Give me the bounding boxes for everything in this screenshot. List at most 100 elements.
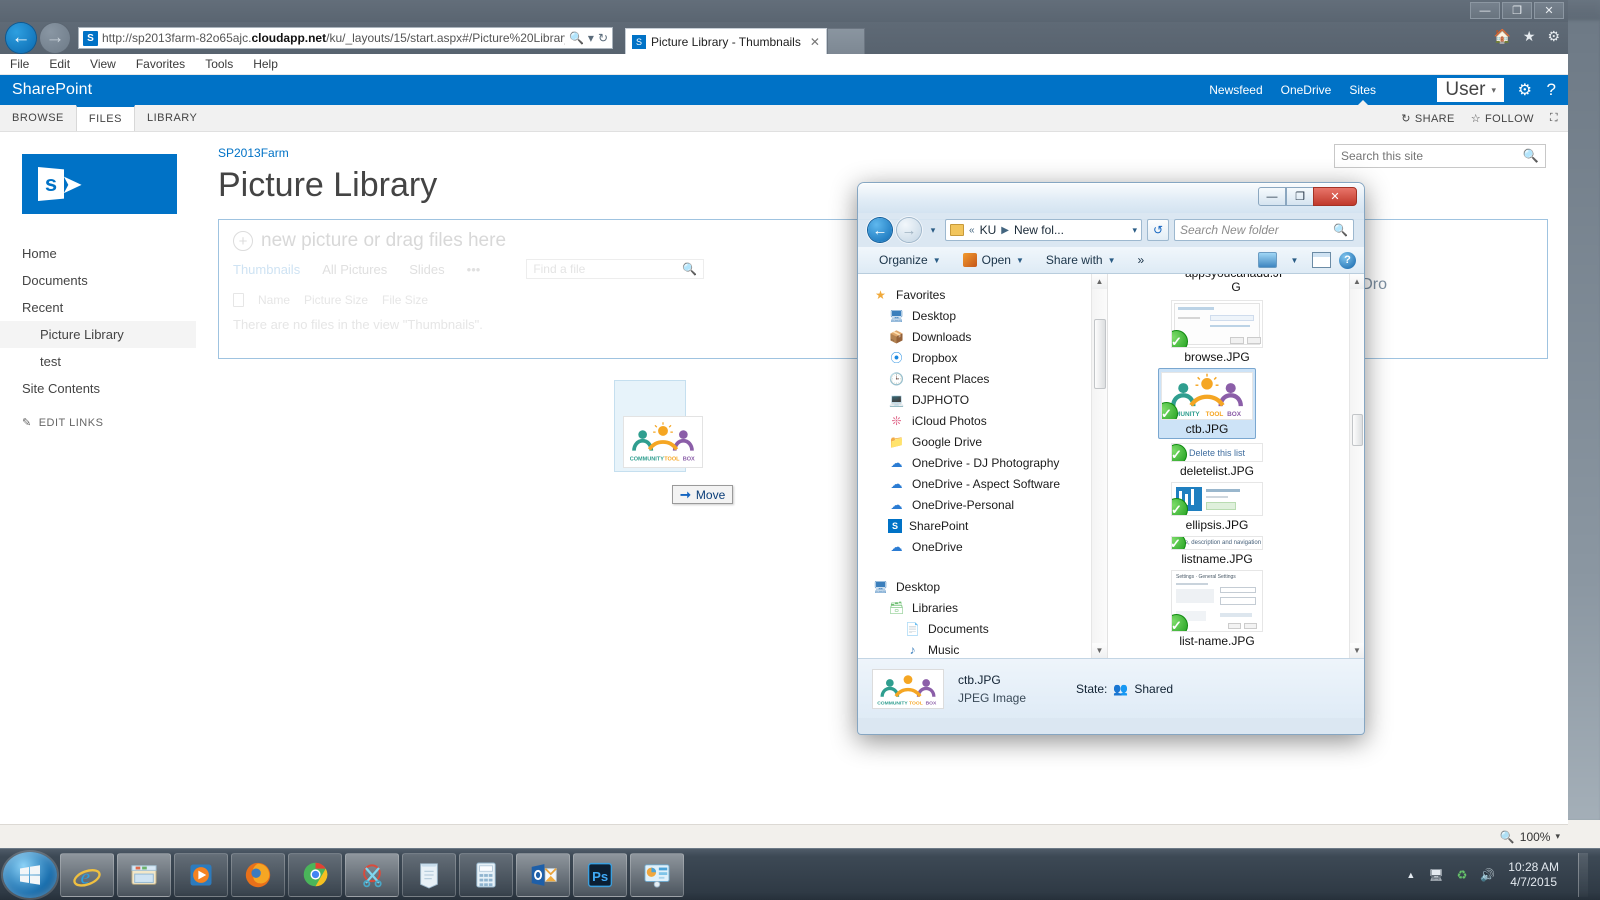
taskbar-firefox[interactable] (231, 852, 285, 897)
sidebar-item-picture-library[interactable]: Picture Library (0, 321, 196, 348)
browser-tab[interactable]: S Picture Library - Thumbnails ✕ (625, 28, 827, 54)
address-search-icon[interactable]: 🔍 (569, 31, 584, 45)
explorer-restore-button[interactable]: ❐ (1286, 187, 1314, 206)
search-icon[interactable]: 🔍 (1333, 223, 1348, 237)
minimize-button[interactable]: — (1470, 2, 1500, 19)
tree-item-documents[interactable]: 📄 Documents (858, 618, 1107, 639)
gear-icon[interactable]: ⚙ (1518, 80, 1532, 100)
taskbar-outlook[interactable] (516, 852, 570, 897)
tree-item-google-drive[interactable]: 📁 Google Drive (858, 431, 1107, 452)
scrollbar-thumb[interactable] (1094, 319, 1106, 389)
new-tab-button[interactable] (826, 28, 865, 54)
file-item[interactable]: ✓ ellipsis.JPG (1158, 482, 1276, 532)
tree-item-downloads[interactable]: 📦 Downloads (858, 326, 1107, 347)
suite-link-sites[interactable]: Sites (1349, 83, 1376, 97)
show-desktop-button[interactable] (1578, 852, 1588, 897)
tab-library[interactable]: LIBRARY (135, 105, 209, 131)
tree-item-recent-places[interactable]: 🕒 Recent Places (858, 368, 1107, 389)
tree-item-djphoto[interactable]: 💻 DJPHOTO (858, 389, 1107, 410)
search-icon[interactable]: 🔍 (682, 262, 697, 276)
share-button[interactable]: ↻ SHARE (1401, 112, 1455, 126)
forward-button[interactable]: → (40, 23, 70, 53)
tab-files[interactable]: FILES (75, 105, 135, 131)
explorer-minimize-button[interactable]: — (1258, 187, 1286, 206)
open-button[interactable]: Open ▼ (952, 250, 1035, 271)
explorer-close-button[interactable]: ✕ (1313, 187, 1357, 206)
recent-pages-chevron-icon[interactable]: ▾ (926, 218, 940, 242)
navigation-pane-scrollbar[interactable]: ▲ ▼ (1091, 274, 1107, 658)
home-icon[interactable]: 🏠 (1493, 28, 1510, 45)
sidebar-item-site-contents[interactable]: Site Contents (0, 375, 196, 402)
view-all-pictures[interactable]: All Pictures (322, 262, 387, 277)
suite-link-onedrive[interactable]: OneDrive (1281, 83, 1332, 97)
scroll-up-arrow-icon[interactable]: ▲ (1092, 274, 1107, 289)
sidebar-item-recent[interactable]: Recent (0, 294, 196, 321)
tab-browse[interactable]: BROWSE (0, 105, 76, 131)
help-icon[interactable]: ? (1339, 251, 1356, 269)
tree-item-onedrive-dj-photography[interactable]: ☁ OneDrive - DJ Photography (858, 452, 1107, 473)
tree-item-icloud-photos[interactable]: ❊ iCloud Photos (858, 410, 1107, 431)
network-icon[interactable]: 🖥 (1428, 868, 1443, 882)
file-item[interactable]: Delete this list ✓ deletelist.JPG (1158, 443, 1276, 478)
find-a-file-box[interactable]: Find a file 🔍 (526, 259, 705, 279)
explorer-titlebar[interactable]: — ❐ ✕ (858, 183, 1364, 213)
breadcrumb-ku[interactable]: KU (980, 223, 997, 237)
file-item[interactable]: name, description and navigation ✓ listn… (1158, 536, 1276, 566)
tree-item-desktop[interactable]: 🖥 Desktop (858, 305, 1107, 326)
sharepoint-brand[interactable]: SharePoint (12, 81, 92, 99)
tree-item-onedrive-personal[interactable]: ☁ OneDrive-Personal (858, 494, 1107, 515)
explorer-search-box[interactable]: Search New folder 🔍 (1174, 219, 1354, 241)
address-refresh-icon[interactable]: ↻ (598, 31, 608, 45)
site-logo[interactable]: s ➤ (22, 154, 177, 214)
windows-start-icon[interactable] (3, 851, 57, 898)
tree-item-onedrive-aspect-software[interactable]: ☁ OneDrive - Aspect Software (858, 473, 1107, 494)
explorer-address-bar[interactable]: « KU ▶ New fol... ▾ (945, 219, 1142, 241)
menu-edit[interactable]: Edit (49, 57, 70, 71)
view-thumbnails[interactable]: Thumbnails (233, 262, 300, 277)
share-with-button[interactable]: Share with ▼ (1035, 250, 1127, 271)
clock[interactable]: 10:28 AM 4/7/2015 (1508, 860, 1559, 890)
breadcrumb-new-folder[interactable]: New fol... (1014, 223, 1064, 237)
scroll-down-arrow-icon[interactable]: ▼ (1092, 643, 1107, 658)
breadcrumb-dropdown-icon[interactable]: ▾ (1132, 225, 1137, 236)
taskbar-google-chrome[interactable] (288, 852, 342, 897)
back-button[interactable]: ← (6, 23, 36, 53)
sidebar-item-test[interactable]: test (0, 348, 196, 375)
edit-links-button[interactable]: ✎ EDIT LINKS (22, 416, 196, 430)
preview-pane-icon[interactable] (1312, 252, 1331, 268)
taskbar-internet-explorer[interactable]: e (60, 852, 114, 897)
menu-favorites[interactable]: Favorites (136, 57, 185, 71)
organize-button[interactable]: Organize ▼ (868, 250, 952, 271)
view-more-ellipsis[interactable]: ••• (467, 262, 481, 277)
menu-view[interactable]: View (90, 57, 116, 71)
taskbar-snipping-tool[interactable] (345, 852, 399, 897)
focus-on-content-icon[interactable]: ⛶ (1550, 112, 1558, 125)
taskbar-file-explorer[interactable] (117, 852, 171, 897)
file-item-selected[interactable]: MMUNITY TOOL BOX ✓ ctb.JPG (1158, 368, 1256, 439)
column-name[interactable]: Name (258, 293, 290, 307)
search-input[interactable] (1341, 149, 1523, 163)
file-item[interactable]: Settings · General Settings ✓ list-name.… (1158, 570, 1276, 648)
address-dropdown-icon[interactable]: ▾ (588, 31, 594, 45)
view-layout-icon[interactable] (1258, 252, 1277, 268)
tree-item-dropbox[interactable]: ⦿ Dropbox (858, 347, 1107, 368)
scrollbar-thumb[interactable] (1352, 414, 1363, 446)
sync-center-icon[interactable]: ♻ (1457, 868, 1468, 882)
file-list-scrollbar[interactable]: ▲ ▼ (1349, 274, 1364, 658)
search-icon[interactable]: 🔍 (1523, 148, 1539, 164)
explorer-refresh-button[interactable]: ↺ (1147, 219, 1169, 241)
tree-item-music[interactable]: ♪ Music (858, 639, 1107, 658)
view-slides[interactable]: Slides (409, 262, 444, 277)
breadcrumb-separator-icon[interactable]: ▶ (1001, 225, 1009, 236)
column-picture-size[interactable]: Picture Size (304, 293, 368, 307)
toolbar-overflow-button[interactable]: » (1127, 250, 1156, 271)
tree-item-onedrive[interactable]: ☁ OneDrive (858, 536, 1107, 557)
scroll-down-arrow-icon[interactable]: ▼ (1350, 643, 1364, 658)
tab-close-icon[interactable]: ✕ (810, 35, 820, 49)
sidebar-item-home[interactable]: Home (0, 240, 196, 267)
taskbar-presentation-app[interactable] (630, 852, 684, 897)
show-hidden-icons-chevron[interactable]: ▲ (1406, 870, 1415, 880)
file-item-partial[interactable]: appsyoucanadd.JPG (1108, 274, 1364, 294)
help-icon[interactable]: ? (1547, 80, 1556, 100)
volume-icon[interactable]: 🔊 (1480, 868, 1495, 882)
